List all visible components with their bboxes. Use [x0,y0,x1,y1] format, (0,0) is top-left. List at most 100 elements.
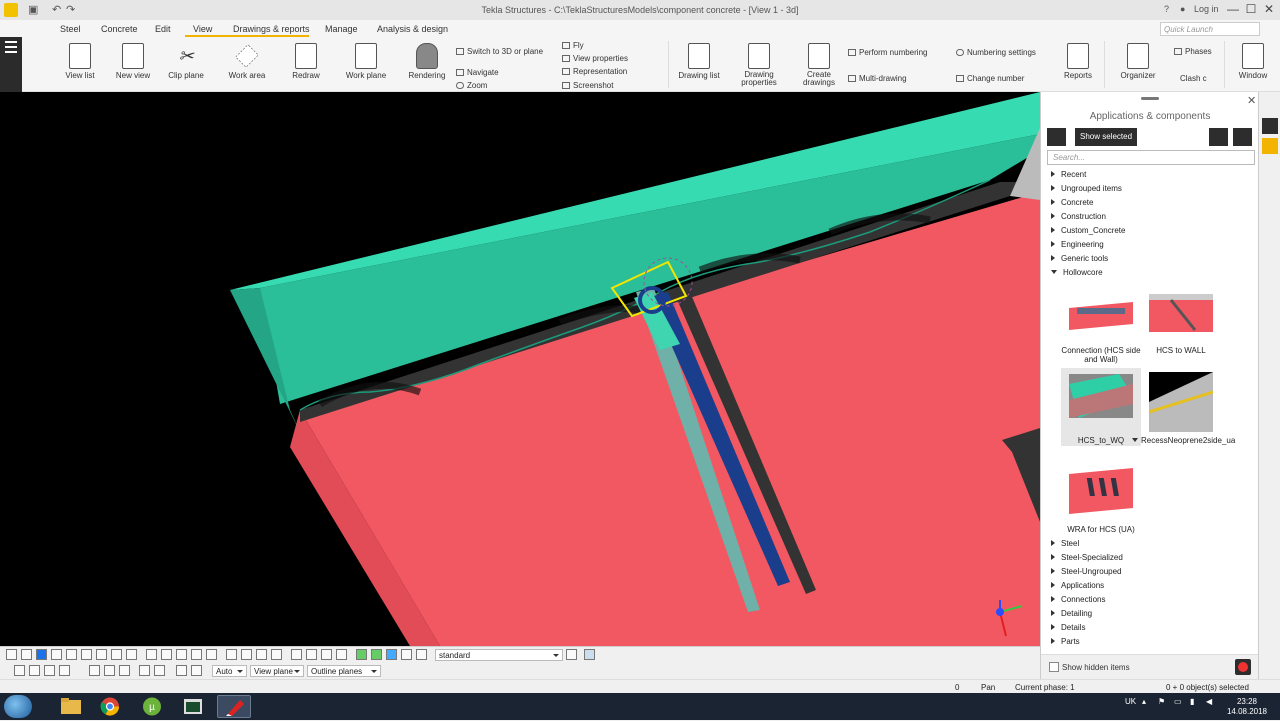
snap-icon[interactable] [154,665,165,676]
tab-steel[interactable]: Steel [60,24,81,34]
select-filter-icon[interactable] [371,649,382,660]
clear-icon[interactable] [1235,659,1251,675]
snap-icon[interactable] [21,649,32,660]
category-concrete[interactable]: Concrete [1051,198,1093,207]
model-view-3d[interactable] [0,92,1040,646]
select-filter-icon[interactable] [356,649,367,660]
snap-icon[interactable] [176,649,187,660]
snap-icon[interactable] [119,665,130,676]
panel-drag-handle[interactable] [1141,97,1159,100]
snap-icon[interactable] [226,649,237,660]
snap-icon[interactable] [256,649,267,660]
snap-icon[interactable] [291,649,302,660]
filter-settings-icon[interactable] [566,649,577,660]
snap-icon[interactable] [306,649,317,660]
selection-filter-dropdown[interactable]: standard [435,649,563,661]
snap-depth-dropdown[interactable]: Outline planes [307,665,381,677]
category-detailing[interactable]: Detailing [1051,609,1092,618]
tab-analysis-design[interactable]: Analysis & design [377,24,448,34]
category-applications[interactable]: Applications [1051,581,1104,590]
category-details[interactable]: Details [1051,623,1085,632]
snap-icon[interactable] [176,665,187,676]
category-construction[interactable]: Construction [1051,212,1106,221]
organizer-button[interactable]: Organizer [1118,43,1158,80]
redraw-button[interactable]: Redraw [288,43,324,80]
snap-icon[interactable] [126,649,137,660]
snap-mode-dropdown[interactable]: Auto [212,665,247,677]
select-filter-icon[interactable] [416,649,427,660]
snap-icon[interactable] [146,649,157,660]
work-plane-button[interactable]: Work plane [344,43,388,80]
quick-launch-input[interactable]: Quick Launch [1160,22,1260,36]
snap-icon[interactable] [96,649,107,660]
select-switch-icon[interactable] [584,649,595,660]
clip-plane-button[interactable]: ✂ Clip plane [166,43,206,80]
category-steel-specialized[interactable]: Steel-Specialized [1051,553,1123,562]
taskbar-app[interactable] [93,695,127,718]
tab-manage[interactable]: Manage [325,24,358,34]
taskbar-clock[interactable]: 23:28 14.08.2018 [1222,697,1272,717]
phases-button[interactable]: Phases [1174,47,1212,56]
monitor-icon[interactable]: ▭ [1174,697,1182,706]
clash-check-button[interactable]: Clash c [1180,74,1207,83]
snap-icon[interactable] [59,665,70,676]
tab-concrete[interactable]: Concrete [101,24,138,34]
flag-icon[interactable]: ⚑ [1158,697,1165,706]
category-custom-concrete[interactable]: Custom_Concrete [1051,226,1125,235]
view-properties-button[interactable]: View properties [562,54,628,63]
applications-pane-icon[interactable] [1262,138,1278,154]
property-pane-icon[interactable] [1262,118,1278,134]
taskbar-app[interactable] [176,695,210,718]
snap-icon[interactable] [336,649,347,660]
change-number-button[interactable]: Change number [956,74,1024,83]
drawing-list-button[interactable]: Drawing list [676,43,722,80]
tab-view[interactable]: View [193,24,212,34]
category-engineering[interactable]: Engineering [1051,240,1104,249]
snap-icon[interactable] [29,665,40,676]
select-filter-icon[interactable] [386,649,397,660]
multi-drawing-button[interactable]: Multi-drawing [848,74,907,83]
category-recent[interactable]: Recent [1051,170,1086,179]
snap-icon[interactable] [271,649,282,660]
fly-button[interactable]: Fly [562,41,584,50]
plane-dropdown[interactable]: View plane [250,665,304,677]
network-icon[interactable]: ▮ [1190,697,1194,706]
category-parts[interactable]: Parts [1051,637,1080,646]
category-hollowcore[interactable]: Hollowcore [1051,268,1103,277]
language-indicator[interactable]: UK [1125,697,1136,706]
chevron-down-icon[interactable] [1132,438,1138,442]
category-generic-tools[interactable]: Generic tools [1051,254,1108,263]
snap-icon[interactable] [111,649,122,660]
login-link[interactable]: Log in [1194,4,1219,14]
work-area-button[interactable]: Work area [226,43,268,80]
expand-icon[interactable] [1233,128,1252,146]
screenshot-button[interactable]: Screenshot [562,81,613,90]
taskbar-app[interactable]: µ [135,695,169,718]
category-steel-ungrouped[interactable]: Steel-Ungrouped [1051,567,1121,576]
close-button[interactable]: ✕ [1258,2,1280,18]
snap-icon[interactable] [89,665,100,676]
snap-icon[interactable] [51,649,62,660]
snap-icon[interactable] [36,649,47,660]
window-button[interactable]: Window [1236,43,1270,80]
view-list-button[interactable]: View list [62,43,98,80]
new-view-button[interactable]: New view [114,43,152,80]
tab-edit[interactable]: Edit [155,24,171,34]
menu-icon[interactable] [5,41,17,43]
snap-icon[interactable] [44,665,55,676]
representation-button[interactable]: Representation [562,67,627,76]
snap-icon[interactable] [191,665,202,676]
taskbar-app[interactable] [54,695,88,718]
drawing-properties-button[interactable]: Drawing properties [736,43,782,87]
tab-drawings-reports[interactable]: Drawings & reports [233,24,310,34]
taskbar-app-tekla[interactable] [217,695,251,718]
snap-icon[interactable] [206,649,217,660]
list-view-button[interactable] [1209,128,1228,146]
component-search-input[interactable]: Search... [1047,150,1255,165]
zoom-button[interactable]: Zoom [456,81,487,90]
snap-icon[interactable] [161,649,172,660]
switch-3d-button[interactable]: Switch to 3D or plane [456,47,543,56]
snap-icon[interactable] [81,649,92,660]
show-hidden-checkbox[interactable] [1049,662,1059,672]
volume-icon[interactable]: ◀ [1206,697,1212,706]
